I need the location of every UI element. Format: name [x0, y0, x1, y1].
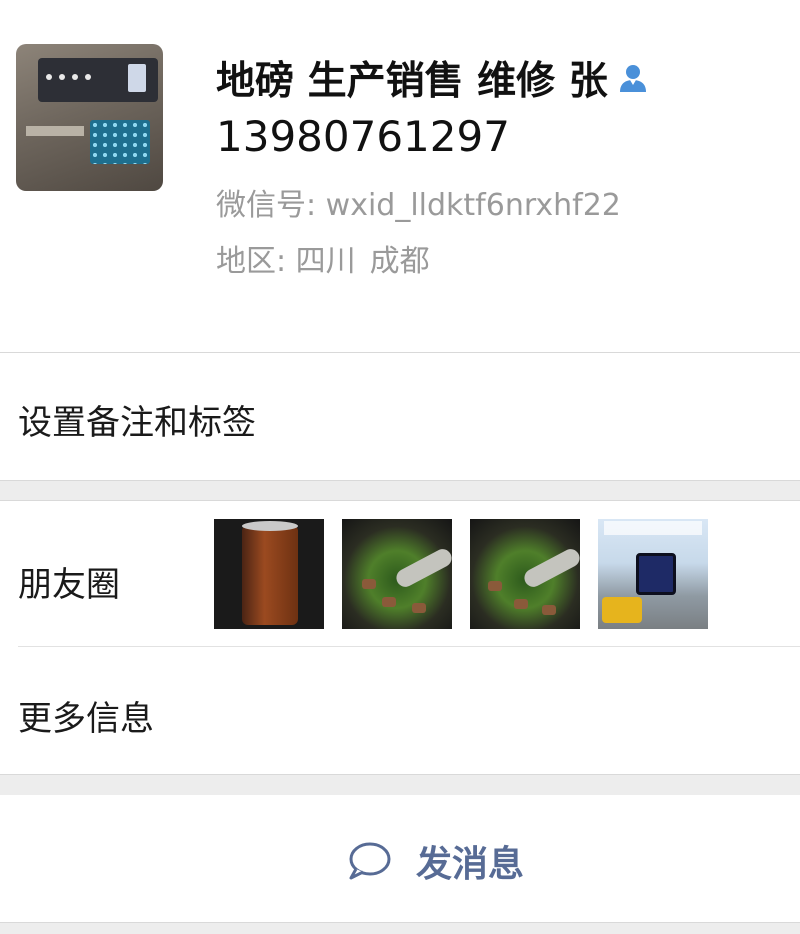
section-gap [0, 775, 800, 795]
region-city: 成都 [369, 244, 430, 279]
contact-name: 地磅 生产销售 维修 张 [216, 59, 608, 104]
more-info-label: 更多信息 [18, 699, 154, 739]
remark-tags-label: 设置备注和标签 [18, 403, 256, 443]
wechat-id: 微信号: wxid_lldktf6nrxhf22 [216, 180, 621, 224]
send-message-label: 发消息 [416, 844, 525, 885]
spoon-shape [393, 545, 452, 591]
moment-thumb-ad [598, 519, 708, 629]
moments-label: 朋友圈 [18, 565, 120, 605]
avatar-keypad [90, 120, 150, 164]
moment-thumb-food-2 [470, 519, 580, 629]
section-gap [0, 923, 800, 934]
food-piece [514, 599, 528, 609]
wechat-id-value: wxid_lldktf6nrxhf22 [325, 188, 621, 223]
section-gap [0, 480, 800, 500]
can-rim [242, 521, 298, 531]
food-piece [362, 579, 376, 589]
food-piece [488, 581, 502, 591]
can-shape [242, 525, 298, 625]
food-piece [412, 603, 426, 613]
avatar[interactable] [16, 44, 163, 191]
name-row: 地磅 生产销售 维修 张 [216, 52, 650, 104]
ad-loader [602, 597, 642, 623]
more-info-row[interactable]: 更多信息 [0, 647, 800, 774]
moment-thumb-can [214, 519, 324, 629]
user-icon [619, 65, 646, 92]
moment-thumb-food-1 [342, 519, 452, 629]
ad-title-strip [604, 521, 702, 535]
contact-phone: 13980761297 [216, 112, 510, 161]
wechat-id-label: 微信号: [216, 188, 317, 223]
profile-header: 地磅 生产销售 维修 张 13980761297 微信号: wxid_lldkt… [0, 0, 800, 352]
send-message-button[interactable]: 发消息 [0, 795, 800, 922]
avatar-label-strip [26, 126, 84, 136]
send-message-content: 发消息 [346, 835, 524, 887]
moments-thumbnails[interactable] [214, 519, 708, 629]
avatar-indicator-lights [46, 74, 91, 80]
region-label: 地区: [216, 244, 287, 279]
remark-tags-row[interactable]: 设置备注和标签 [0, 353, 800, 480]
divider [0, 480, 800, 481]
ad-device [636, 553, 676, 595]
avatar-digit [128, 64, 146, 92]
food-piece [382, 597, 396, 607]
chat-bubble-icon [349, 842, 391, 880]
food-piece [542, 605, 556, 615]
spoon-shape [521, 545, 580, 591]
region-province: 四川 [295, 244, 356, 279]
region: 地区: 四川 成都 [216, 236, 430, 280]
